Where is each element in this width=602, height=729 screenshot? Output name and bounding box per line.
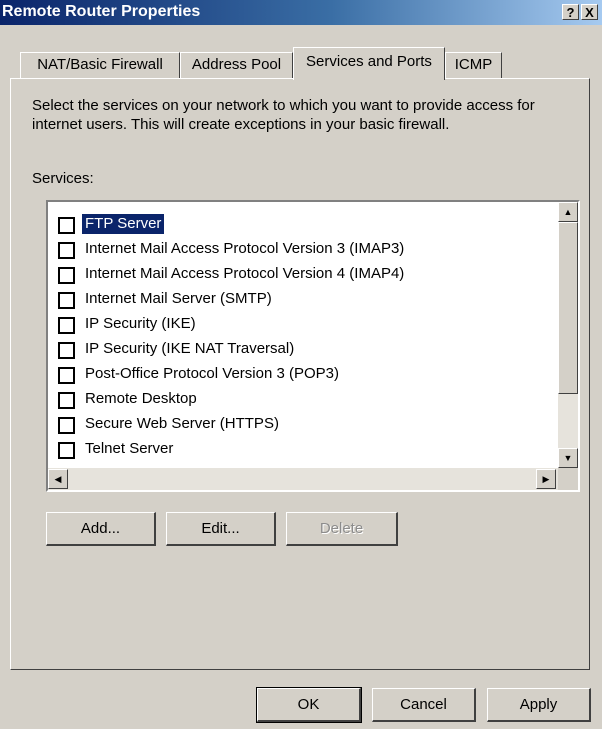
triangle-right-icon[interactable]: ▶ <box>536 469 556 489</box>
service-label: Telnet Server <box>85 440 174 457</box>
delete-button[interactable]: Delete <box>286 512 398 546</box>
checkbox[interactable] <box>58 417 75 434</box>
ok-button[interactable]: OK <box>256 687 362 723</box>
scrollbar-thumb[interactable] <box>558 222 578 394</box>
service-label: Remote Desktop <box>85 390 197 407</box>
title-bar[interactable]: Remote Router Properties ? X <box>0 0 602 25</box>
service-label: Secure Web Server (HTTPS) <box>85 415 279 432</box>
list-item[interactable]: Secure Web Server (HTTPS) <box>58 414 553 434</box>
list-item[interactable]: Telnet Server <box>58 439 553 459</box>
checkbox[interactable] <box>58 317 75 334</box>
tab-address-pool[interactable]: Address Pool <box>180 52 293 78</box>
cancel-button[interactable]: Cancel <box>372 688 476 722</box>
triangle-down-icon[interactable]: ▼ <box>558 448 578 468</box>
horizontal-scrollbar[interactable]: ◀ ▶ <box>48 468 558 490</box>
checkbox[interactable] <box>58 392 75 409</box>
list-item[interactable]: FTP Server <box>58 214 553 234</box>
apply-button[interactable]: Apply <box>487 688 591 722</box>
list-item[interactable]: Internet Mail Server (SMTP) <box>58 289 553 309</box>
service-label: Post-Office Protocol Version 3 (POP3) <box>85 365 339 382</box>
triangle-left-icon[interactable]: ◀ <box>48 469 68 489</box>
triangle-up-icon[interactable]: ▲ <box>558 202 578 222</box>
edit-button[interactable]: Edit... <box>166 512 276 546</box>
services-label: Services: <box>32 170 94 187</box>
scrollbar-corner <box>558 468 578 490</box>
checkbox[interactable] <box>58 217 75 234</box>
list-item[interactable]: Post-Office Protocol Version 3 (POP3) <box>58 364 553 384</box>
service-label: IP Security (IKE) <box>85 315 196 332</box>
service-label: Internet Mail Access Protocol Version 3 … <box>85 240 405 257</box>
checkbox[interactable] <box>58 292 75 309</box>
checkbox[interactable] <box>58 267 75 284</box>
service-label: FTP Server <box>82 214 165 234</box>
vertical-scrollbar[interactable]: ▲ ▼ <box>558 202 578 468</box>
tab-icmp[interactable]: ICMP <box>445 52 502 78</box>
list-item[interactable]: Internet Mail Access Protocol Version 4 … <box>58 264 553 284</box>
services-listbox[interactable]: FTP Server Internet Mail Access Protocol… <box>46 200 580 492</box>
description-text: Select the services on your network to w… <box>32 97 535 133</box>
close-button[interactable]: X <box>581 4 598 20</box>
window-title: Remote Router Properties <box>2 3 201 20</box>
checkbox[interactable] <box>58 442 75 459</box>
list-item[interactable]: Internet Mail Access Protocol Version 3 … <box>58 239 553 259</box>
tab-nat-basic-firewall[interactable]: NAT/Basic Firewall <box>20 52 180 78</box>
list-item[interactable]: IP Security (IKE NAT Traversal) <box>58 339 553 359</box>
service-label: Internet Mail Access Protocol Version 4 … <box>85 265 405 282</box>
list-item[interactable]: Remote Desktop <box>58 389 553 409</box>
service-label: IP Security (IKE NAT Traversal) <box>85 340 295 357</box>
add-button[interactable]: Add... <box>46 512 156 546</box>
checkbox[interactable] <box>58 342 75 359</box>
help-button[interactable]: ? <box>562 4 579 20</box>
list-item[interactable]: IP Security (IKE) <box>58 314 553 334</box>
tab-services-and-ports[interactable]: Services and Ports <box>293 47 445 80</box>
checkbox[interactable] <box>58 242 75 259</box>
service-label: Internet Mail Server (SMTP) <box>85 290 272 307</box>
checkbox[interactable] <box>58 367 75 384</box>
